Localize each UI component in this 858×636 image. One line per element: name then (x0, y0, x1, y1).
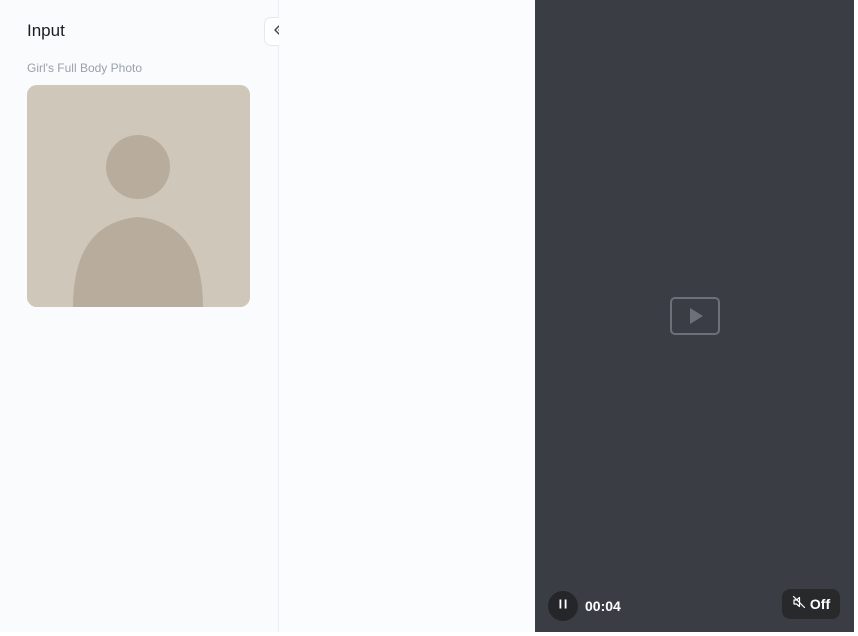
input-panel: Input Girl's Full Body Photo (0, 0, 279, 632)
photo-field-label: Girl's Full Body Photo (27, 61, 143, 75)
workspace-area (279, 0, 535, 632)
speaker-muted-icon (792, 595, 806, 614)
video-placeholder (535, 0, 854, 632)
video-time: 00:04 (585, 598, 621, 614)
pause-icon (557, 597, 569, 615)
sound-toggle-button[interactable]: Off (782, 589, 840, 619)
input-photo[interactable] (27, 85, 250, 307)
output-video[interactable]: 00:04 Off (535, 0, 854, 632)
panel-title: Input (27, 21, 65, 40)
sound-label: Off (809, 596, 831, 612)
pause-button[interactable] (548, 591, 578, 621)
